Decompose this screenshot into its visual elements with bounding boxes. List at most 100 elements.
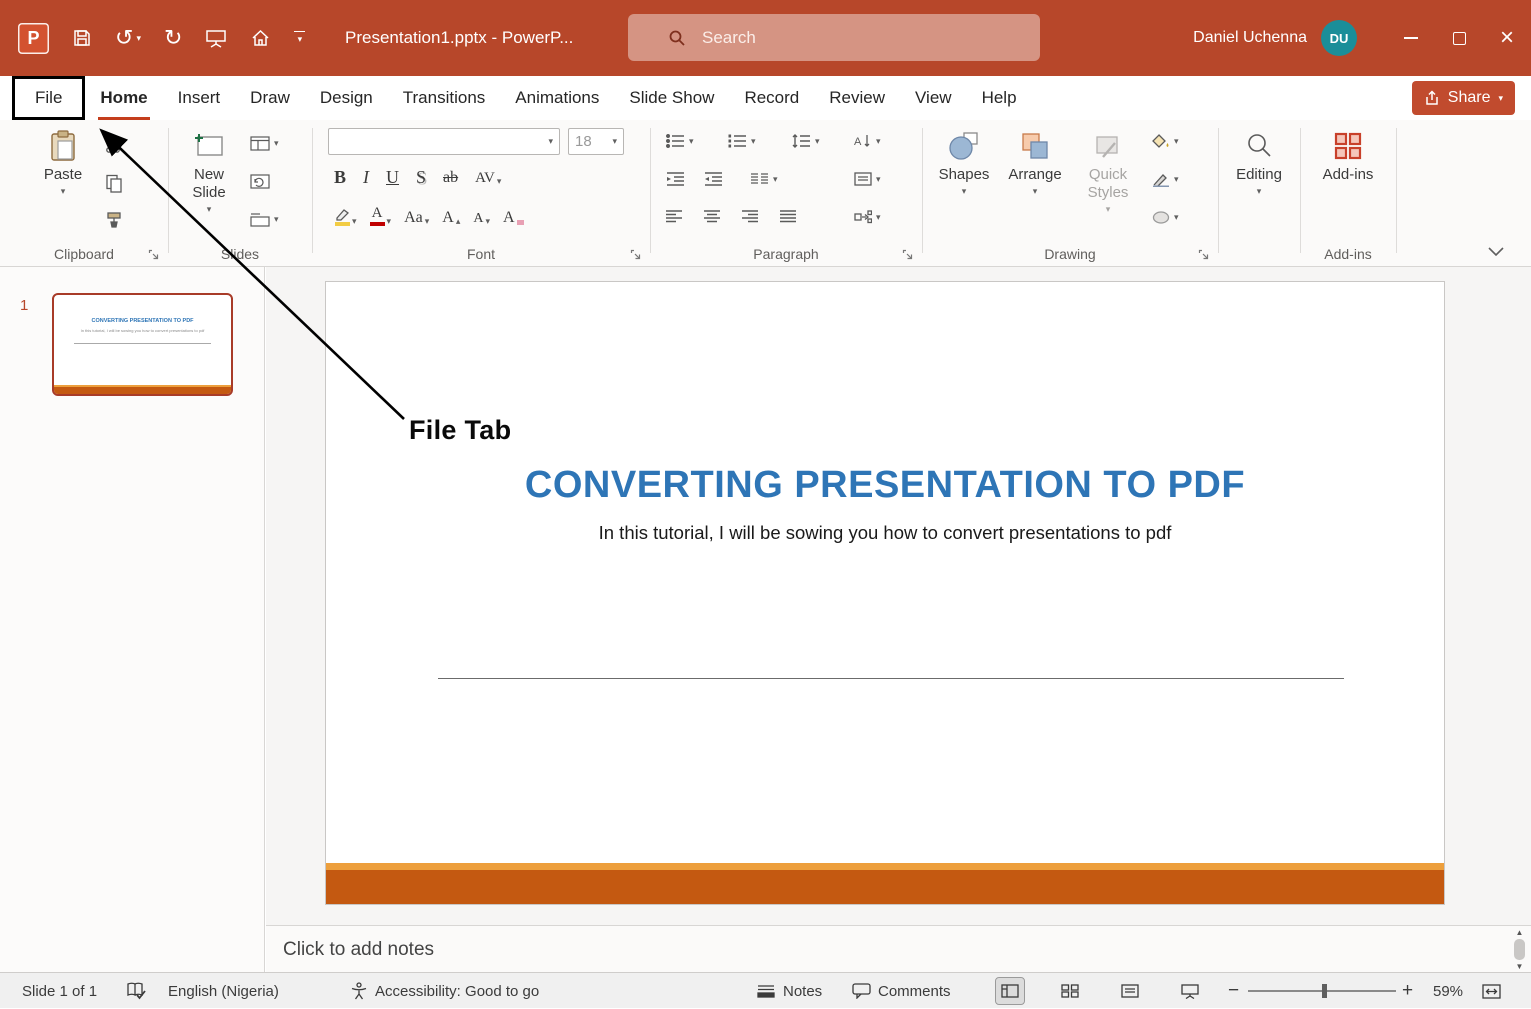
character-spacing-button[interactable]: AV▾ <box>475 171 501 186</box>
scroll-up-icon[interactable]: ▲ <box>1516 928 1524 937</box>
slide[interactable]: CONVERTING PRESENTATION TO PDF In this t… <box>325 281 1445 905</box>
grow-font-button[interactable]: A▴ <box>442 210 460 226</box>
collapse-ribbon-button[interactable] <box>1488 247 1504 256</box>
section-button[interactable]: ▾ <box>250 212 279 227</box>
paragraph-dialog-launcher[interactable] <box>902 249 913 260</box>
reset-slide-button[interactable] <box>250 174 270 189</box>
reading-view-button[interactable] <box>1116 978 1144 1004</box>
font-color-button[interactable]: A ▾ <box>370 206 392 226</box>
vertical-scrollbar[interactable]: ▲ ▼ <box>1511 928 1528 971</box>
notes-toggle-button[interactable]: Notes <box>756 973 822 1009</box>
tab-slide-show[interactable]: Slide Show <box>614 76 729 120</box>
normal-view-button[interactable] <box>996 978 1024 1004</box>
change-case-button[interactable]: Aa▾ <box>404 210 429 226</box>
shape-outline-button[interactable]: ▾ <box>1152 172 1179 187</box>
language-button[interactable]: English (Nigeria) <box>168 973 279 1009</box>
tab-record[interactable]: Record <box>729 76 814 120</box>
zoom-out-button[interactable]: − <box>1228 973 1239 1009</box>
redo-button[interactable]: ↻ <box>164 27 182 49</box>
shape-effects-button[interactable]: ▾ <box>1152 210 1179 225</box>
clear-formatting-button[interactable]: A <box>503 210 524 226</box>
tab-file[interactable]: File <box>12 76 85 120</box>
arrange-button[interactable]: Arrange ▾ <box>1005 128 1065 196</box>
tab-view[interactable]: View <box>900 76 967 120</box>
convert-smartart-button[interactable]: ▾ <box>854 210 881 224</box>
scrollbar-thumb[interactable] <box>1514 939 1525 960</box>
copy-button[interactable] <box>100 170 128 196</box>
fit-to-window-button[interactable] <box>1482 973 1501 1009</box>
align-right-button[interactable] <box>742 210 759 223</box>
user-name[interactable]: Daniel Uchenna <box>1193 29 1307 47</box>
addins-button[interactable]: Add-ins <box>1318 128 1378 184</box>
slide-subtitle[interactable]: In this tutorial, I will be sowing you h… <box>326 522 1444 544</box>
customize-toolbar-button[interactable]: ▾ <box>294 31 305 45</box>
align-text-button[interactable]: ▾ <box>854 172 881 186</box>
tab-animations[interactable]: Animations <box>500 76 614 120</box>
slide-sorter-view-button[interactable] <box>1056 978 1084 1004</box>
drawing-dialog-launcher[interactable] <box>1198 249 1209 260</box>
tab-review[interactable]: Review <box>814 76 900 120</box>
quick-styles-button[interactable]: Quick Styles ▾ <box>1077 128 1139 214</box>
columns-button[interactable]: ▾ <box>750 172 778 186</box>
editing-button[interactable]: Editing ▾ <box>1229 128 1289 196</box>
spell-check-button[interactable] <box>126 973 146 1009</box>
shrink-font-button[interactable]: A▾ <box>473 212 490 226</box>
powerpoint-logo-icon[interactable]: P <box>18 23 49 54</box>
decrease-indent-button[interactable] <box>666 172 685 186</box>
slide-indicator[interactable]: Slide 1 of 1 <box>22 973 97 1009</box>
slide-title[interactable]: CONVERTING PRESENTATION TO PDF <box>326 464 1444 507</box>
strikethrough-button[interactable]: ab <box>443 170 458 186</box>
layout-button[interactable]: ▾ <box>250 136 279 151</box>
new-slide-button[interactable]: New Slide ▾ <box>180 128 238 214</box>
minimize-button[interactable] <box>1387 0 1435 76</box>
slide-thumbnail[interactable]: CONVERTING PRESENTATION TO PDF In this t… <box>52 293 233 396</box>
italic-button[interactable]: I <box>363 168 369 186</box>
bullets-button[interactable]: ▾ <box>666 134 694 148</box>
notes-pane[interactable]: Click to add notes ▲ ▼ <box>266 925 1531 972</box>
shapes-button[interactable]: Shapes ▾ <box>934 128 994 196</box>
tab-insert[interactable]: Insert <box>163 76 236 120</box>
zoom-in-button[interactable]: + <box>1402 973 1413 1009</box>
zoom-slider[interactable] <box>1248 973 1396 1009</box>
tab-help[interactable]: Help <box>967 76 1032 120</box>
accessibility-button[interactable]: Accessibility: Good to go <box>350 973 539 1009</box>
avatar[interactable]: DU <box>1321 20 1357 56</box>
bold-button[interactable]: B <box>334 168 346 186</box>
font-size-combo[interactable]: 18 ▾ <box>568 128 624 155</box>
save-button[interactable] <box>72 28 92 48</box>
numbering-button[interactable]: ▾ <box>728 134 756 148</box>
home-button[interactable] <box>250 28 271 48</box>
format-painter-button[interactable] <box>100 207 128 233</box>
slideshow-view-button[interactable] <box>1176 978 1204 1004</box>
increase-indent-button[interactable] <box>704 172 723 186</box>
share-button[interactable]: Share ▾ <box>1412 81 1515 115</box>
start-slideshow-button[interactable] <box>205 28 227 48</box>
font-dialog-launcher[interactable] <box>630 249 641 260</box>
text-highlight-button[interactable]: ▾ <box>334 208 357 226</box>
tab-design[interactable]: Design <box>305 76 388 120</box>
align-left-button[interactable] <box>666 210 683 223</box>
text-shadow-button[interactable]: S <box>416 168 426 186</box>
tab-draw[interactable]: Draw <box>235 76 305 120</box>
scroll-down-icon[interactable]: ▼ <box>1516 962 1524 971</box>
underline-button[interactable]: U <box>386 168 399 186</box>
line-spacing-button[interactable]: ▾ <box>792 134 820 148</box>
search-box[interactable]: Search <box>628 14 1040 61</box>
notes-placeholder[interactable]: Click to add notes <box>283 926 434 973</box>
text-direction-button[interactable]: A ▾ <box>854 134 881 148</box>
tab-transitions[interactable]: Transitions <box>388 76 501 120</box>
undo-button[interactable]: ↺▾ <box>115 27 141 49</box>
shape-fill-button[interactable]: ▾ <box>1152 134 1179 149</box>
align-center-button[interactable] <box>704 210 721 223</box>
zoom-slider-thumb[interactable] <box>1322 984 1327 998</box>
font-name-combo[interactable]: ▾ <box>328 128 560 155</box>
comments-toggle-button[interactable]: Comments <box>852 973 951 1009</box>
zoom-level[interactable]: 59% <box>1433 973 1463 1009</box>
close-button[interactable]: × <box>1483 0 1531 76</box>
maximize-button[interactable] <box>1435 0 1483 76</box>
clipboard-dialog-launcher[interactable] <box>148 249 159 260</box>
justify-button[interactable] <box>780 210 797 223</box>
tab-home[interactable]: Home <box>85 76 162 120</box>
zoom-slider-track[interactable] <box>1248 990 1396 992</box>
cut-button[interactable] <box>100 131 128 157</box>
